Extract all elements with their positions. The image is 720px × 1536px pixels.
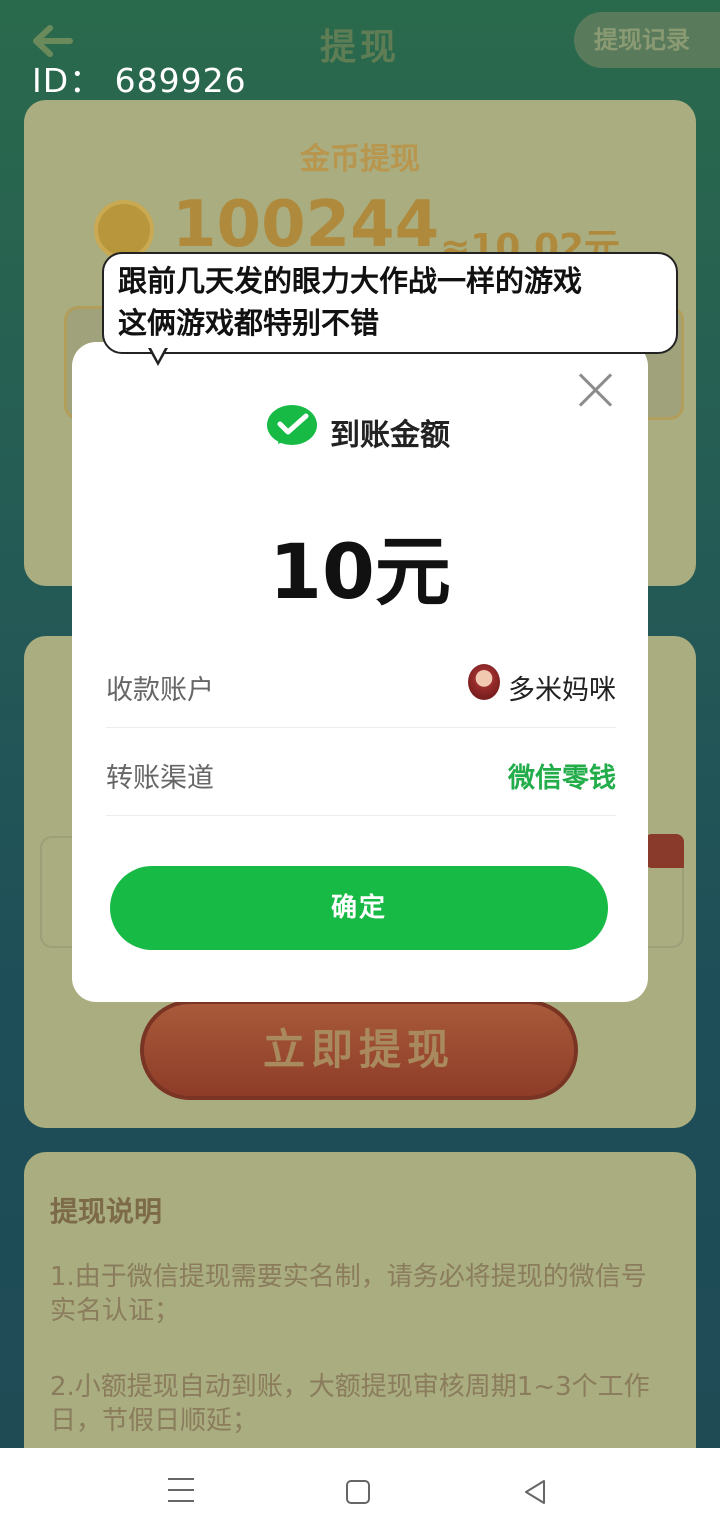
speech-bubble: 跟前几天发的眼力大作战一样的游戏 这俩游戏都特别不错 [102, 252, 678, 354]
row-label: 收款账户 [106, 675, 214, 706]
gold-coin-icon [94, 200, 154, 260]
receiving-account-row: 收款账户 多米妈咪 [106, 640, 616, 728]
bubble-line: 跟前几天发的眼力大作战一样的游戏 [118, 264, 583, 298]
transfer-success-dialog: 到账金额 10元 收款账户 多米妈咪 转账渠道 微信零钱 确定 [72, 342, 648, 1002]
bubble-line: 这俩游戏都特别不错 [118, 306, 380, 340]
arrival-amount-value: 10元 [269, 527, 451, 616]
close-icon[interactable] [578, 372, 614, 408]
note-item: 1.由于微信提现需要实名制，请务必将提现的微信号实名认证； [50, 1262, 647, 1326]
channel-name: 微信零钱 [508, 763, 616, 794]
withdraw-record-button[interactable]: 提现记录 [574, 12, 720, 68]
wechat-pay-icon [267, 405, 317, 445]
arrival-amount-label: 到账金额 [330, 418, 450, 453]
avatar [468, 664, 500, 700]
user-id-label: ID： 689926 [32, 61, 247, 100]
withdraw-notes-card: 提现说明 1.由于微信提现需要实名制，请务必将提现的微信号实名认证； 2.小额提… [24, 1152, 696, 1448]
back-triangle-icon[interactable] [522, 1478, 548, 1506]
account-name: 多米妈咪 [508, 675, 616, 706]
home-icon[interactable] [346, 1480, 370, 1504]
notes-title: 提现说明 [50, 1195, 163, 1228]
coin-card-title: 金币提现 [300, 142, 420, 177]
system-nav-bar [0, 1448, 720, 1536]
option-tag-badge [644, 834, 684, 868]
bubble-tail-fill [150, 346, 166, 361]
note-item: 2.小额提现自动到账，大额提现审核周期1~3个工作日，节假日顺延； [50, 1372, 650, 1436]
coin-balance: 100244 [172, 188, 440, 262]
withdraw-now-button[interactable]: 立即提现 [140, 1000, 578, 1100]
menu-icon[interactable] [168, 1478, 194, 1504]
transfer-channel-row: 转账渠道 微信零钱 [106, 728, 616, 816]
row-label: 转账渠道 [106, 763, 214, 794]
confirm-button[interactable]: 确定 [110, 866, 608, 950]
